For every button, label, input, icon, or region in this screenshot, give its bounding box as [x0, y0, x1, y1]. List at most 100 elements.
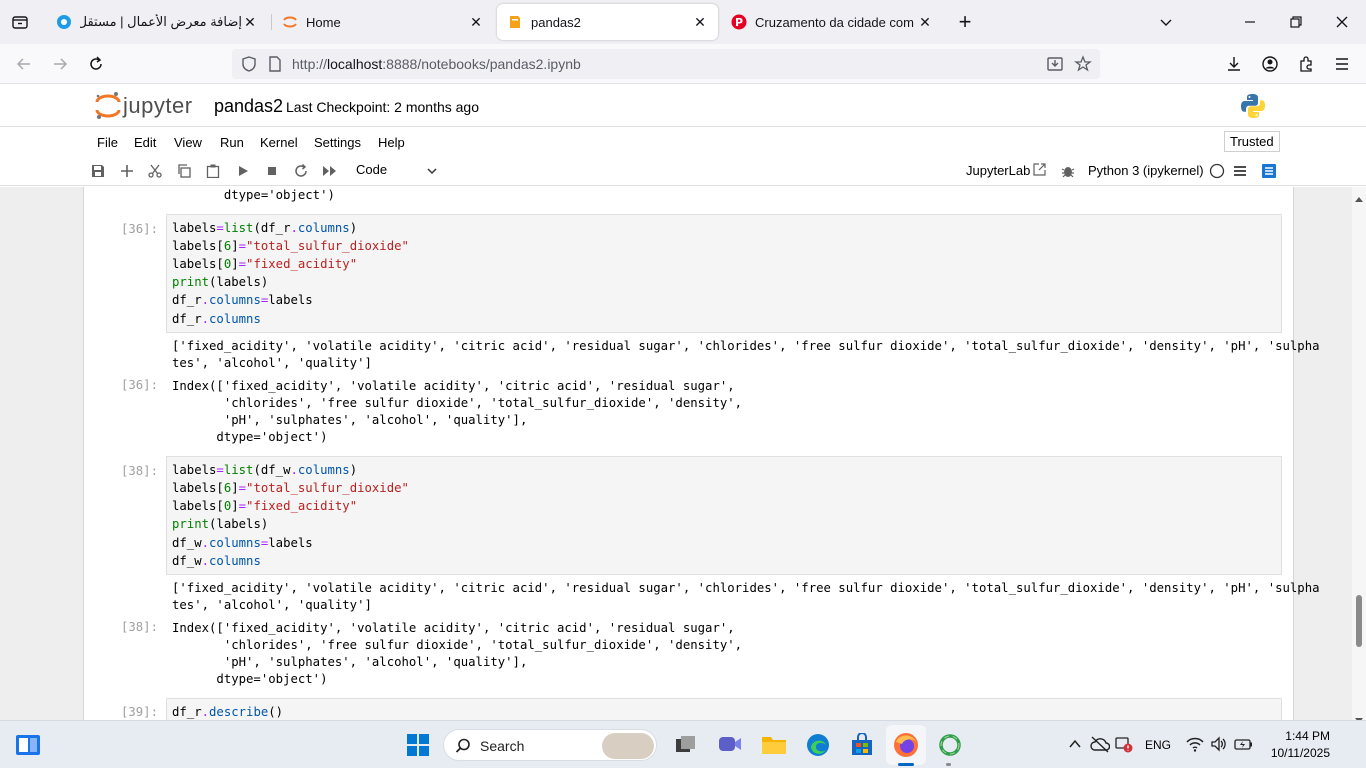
task-view-icon[interactable] — [672, 731, 700, 759]
menu-run[interactable]: Run — [220, 135, 244, 150]
code-line: df_w.columns=labels — [172, 536, 313, 550]
windows-start-icon[interactable] — [404, 731, 432, 759]
reload-icon[interactable] — [84, 52, 108, 76]
code-line: labels[6]="total_sulfur_dioxide" — [172, 239, 409, 253]
microsoft-store-icon[interactable] — [848, 731, 876, 759]
menu-file[interactable]: File — [97, 135, 118, 150]
restore-icon[interactable] — [1288, 14, 1304, 35]
pinterest-icon: P — [731, 14, 747, 30]
output-text: 'chlorides', 'free sulfur dioxide', 'tot… — [172, 638, 743, 652]
battery-charging-icon[interactable] — [1234, 736, 1254, 757]
cell-type-select[interactable]: Code — [356, 162, 387, 177]
network-alert-icon[interactable] — [1114, 735, 1134, 758]
meet-chat-icon[interactable] — [716, 731, 744, 759]
code-line: labels=list(df_w.columns) — [172, 463, 358, 477]
clock-date[interactable]: 10/11/2025 — [1258, 746, 1330, 760]
tab-home[interactable]: Home ✕ — [272, 4, 494, 40]
kernel-name[interactable]: Python 3 (ipykernel) — [1088, 163, 1204, 178]
edge-browser-icon[interactable] — [804, 731, 832, 759]
toc-sidebar-icon[interactable] — [1259, 161, 1279, 181]
search-icon — [455, 738, 471, 759]
file-explorer-icon[interactable] — [760, 731, 788, 759]
tab-pinterest[interactable]: P Cruzamento da cidade com sen ✕ — [721, 4, 943, 40]
restart-icon[interactable] — [291, 161, 311, 181]
stop-icon[interactable] — [262, 161, 282, 181]
search-highlight-image — [602, 733, 654, 759]
paste-icon[interactable] — [203, 161, 223, 181]
input-language[interactable]: ENG — [1145, 738, 1171, 752]
chevron-down-icon[interactable] — [426, 164, 438, 182]
vertical-scrollbar[interactable] — [1352, 187, 1366, 723]
cut-icon[interactable] — [145, 161, 165, 181]
menu-edit[interactable]: Edit — [134, 135, 156, 150]
account-icon[interactable] — [1258, 52, 1282, 76]
address-bar[interactable]: http://localhost:8888/notebooks/pandas2.… — [232, 49, 1100, 79]
extensions-icon[interactable] — [1294, 52, 1318, 76]
url-text[interactable]: http://localhost:8888/notebooks/pandas2.… — [292, 56, 581, 72]
close-window-icon[interactable] — [1334, 14, 1350, 35]
running-app-indicator — [946, 763, 951, 766]
tab-overview-icon[interactable] — [10, 12, 30, 32]
menu-view[interactable]: View — [174, 135, 202, 150]
code-line: df_r.describe() — [172, 705, 284, 719]
list-all-tabs-icon[interactable] — [1158, 14, 1174, 35]
jupyter-menu-bar: File Edit View Run Kernel Settings Help … — [0, 128, 1366, 156]
jupyterlab-link[interactable]: JupyterLab — [966, 163, 1030, 178]
volume-icon[interactable] — [1210, 736, 1228, 757]
browser-tab-strip: إضافة معرض الأعمال | مستقل ✕ Home ✕ pand… — [0, 0, 1366, 44]
tab-mostaql[interactable]: إضافة معرض الأعمال | مستقل ✕ — [46, 4, 268, 40]
list-icon[interactable] — [1230, 161, 1250, 181]
code-line: df_r.columns=labels — [172, 293, 313, 307]
code-line: labels[6]="total_sulfur_dioxide" — [172, 481, 409, 495]
minimize-icon[interactable] — [1242, 14, 1258, 35]
forward-icon[interactable] — [48, 52, 72, 76]
tab-pandas2[interactable]: pandas2 ✕ — [497, 4, 718, 40]
page-icon[interactable] — [266, 55, 284, 78]
clock-time[interactable]: 1:44 PM — [1266, 729, 1330, 743]
external-link-icon[interactable] — [1033, 163, 1046, 181]
app-ring-icon[interactable] — [936, 731, 964, 759]
downloads-icon[interactable] — [1222, 52, 1246, 76]
run-icon[interactable] — [233, 161, 253, 181]
save-to-pocket-icon[interactable] — [1046, 55, 1064, 78]
output-text: ['fixed_acidity', 'volatile acidity', 'c… — [172, 581, 1320, 595]
taskbar-search[interactable]: Search — [443, 729, 657, 761]
menu-help[interactable]: Help — [378, 135, 405, 150]
widgets-icon[interactable] — [14, 731, 42, 759]
show-hidden-icons-chevron-icon[interactable] — [1068, 737, 1082, 756]
output-text: tes', 'alcohol', 'quality'] — [172, 356, 372, 370]
python-logo-icon — [1240, 93, 1266, 124]
close-tab-icon[interactable]: ✕ — [917, 14, 933, 31]
notebook-toolbar: Code JupyterLab Python 3 (ipykernel) — [0, 156, 1366, 186]
debugger-bug-icon[interactable] — [1058, 161, 1078, 181]
cloud-offline-icon[interactable] — [1090, 735, 1111, 758]
scrollbar-thumb[interactable] — [1356, 595, 1362, 647]
copy-icon[interactable] — [174, 161, 194, 181]
close-tab-icon[interactable]: ✕ — [468, 14, 484, 31]
checkpoint-status: Last Checkpoint: 2 months ago — [286, 99, 480, 115]
fast-forward-icon[interactable] — [320, 161, 340, 181]
save-icon[interactable] — [88, 161, 108, 181]
search-placeholder: Search — [480, 738, 525, 754]
output-text: dtype='object') — [172, 188, 335, 202]
back-icon[interactable] — [12, 52, 36, 76]
cell-prompt-out: [38]: — [120, 620, 158, 634]
menu-hamburger-icon[interactable] — [1330, 52, 1354, 76]
insert-cell-icon[interactable] — [117, 161, 137, 181]
notebook-icon — [507, 14, 523, 30]
menu-settings[interactable]: Settings — [314, 135, 361, 150]
wifi-icon[interactable] — [1186, 736, 1204, 757]
scroll-up-arrow-icon[interactable] — [1355, 189, 1363, 207]
menu-kernel[interactable]: Kernel — [260, 135, 298, 150]
jupyter-logo-icon[interactable] — [94, 91, 122, 126]
shield-icon[interactable] — [240, 55, 258, 78]
bookmark-star-icon[interactable] — [1074, 55, 1092, 78]
jupyter-header: jupyter pandas2 Last Checkpoint: 2 month… — [0, 85, 1366, 127]
new-tab-button[interactable]: + — [954, 10, 976, 34]
close-tab-icon[interactable]: ✕ — [692, 14, 708, 31]
trusted-indicator[interactable]: Trusted — [1224, 131, 1280, 152]
code-cell-input[interactable] — [166, 698, 1282, 720]
notebook-title[interactable]: pandas2 — [214, 96, 283, 117]
firefox-icon[interactable] — [892, 731, 920, 759]
close-tab-icon[interactable]: ✕ — [242, 14, 258, 31]
